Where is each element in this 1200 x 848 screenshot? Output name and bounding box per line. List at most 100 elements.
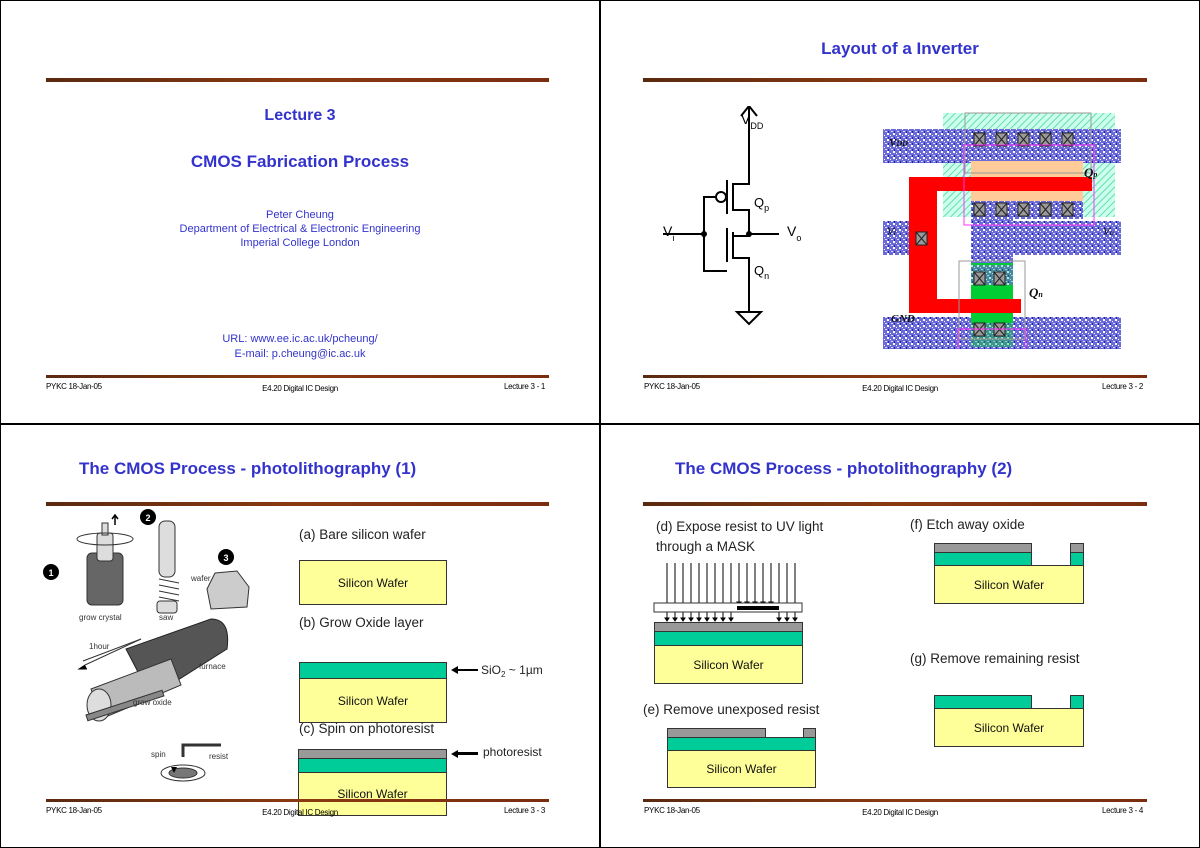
step-b-label: (b) Grow Oxide layer xyxy=(299,615,424,630)
uv-ray-arrowhead-icon xyxy=(792,617,798,622)
uv-ray-arrowhead-icon xyxy=(688,617,694,622)
layout-qp-label: Q xyxy=(1084,165,1094,180)
pmos-bubble-icon xyxy=(715,191,727,203)
slide-3: The CMOS Process - photolithography (1) … xyxy=(0,424,600,848)
footer-page: Lecture 3 - 3 xyxy=(503,806,545,815)
layout-vo-subscript: o xyxy=(1109,228,1114,237)
slide-title: Layout of a Inverter xyxy=(821,39,979,58)
qp-subscript: p xyxy=(764,203,770,213)
vo-label: V xyxy=(787,223,797,239)
svg-text:2: 2 xyxy=(145,513,150,523)
vi-label: V xyxy=(663,223,673,239)
inverter-schematic xyxy=(663,106,779,326)
url-link[interactable]: URL: www.ee.ic.ac.uk/pcheung/ xyxy=(1,332,599,347)
oxide-layer xyxy=(1070,552,1084,566)
silicon-wafer: Silicon Wafer xyxy=(667,750,816,788)
silicon-wafer: Silicon Wafer xyxy=(934,565,1084,604)
silicon-wafer: Silicon Wafer xyxy=(299,678,447,723)
fabrication-illustration: 1 2 3 grow crystal saw wafer 1hour furna… xyxy=(43,509,250,782)
uv-ray-arrowhead-icon xyxy=(664,617,670,622)
slide-title: The CMOS Process - photolithography (2) xyxy=(675,459,1013,478)
lecture-number: Lecture 3 xyxy=(264,107,336,124)
step-d-label-line1: (d) Expose resist to UV light xyxy=(656,519,824,534)
slide-1: Lecture 3 CMOS Fabrication Process Peter… xyxy=(0,0,600,424)
contact-icon xyxy=(915,231,928,246)
wafer-text: Silicon Wafer xyxy=(693,657,764,672)
wafer-label: wafer xyxy=(190,574,211,583)
oxide-layer xyxy=(934,552,1032,566)
vdd-subscript: DD xyxy=(750,121,764,131)
layout-qp-subscript: p xyxy=(1093,170,1098,179)
ground-icon xyxy=(734,311,764,326)
oxide-layer xyxy=(1070,695,1084,709)
layout-vi-subscript: i xyxy=(893,228,896,237)
step-g-label: (g) Remove remaining resist xyxy=(910,651,1080,666)
one-hour-label: 1hour xyxy=(89,642,110,651)
uv-ray-arrowhead-icon xyxy=(728,617,734,622)
footer-rule xyxy=(643,375,1147,378)
step-a-label: (a) Bare silicon wafer xyxy=(299,527,426,542)
spin-coater-icon xyxy=(160,743,221,782)
layout-qn-subscript: n xyxy=(1038,290,1043,299)
slide-2: Layout of a Inverter V DD Vi Vo Qp Qn VDD… xyxy=(600,0,1200,424)
author-name: Peter Cheung xyxy=(266,209,334,221)
step-d-label-line2: through a MASK xyxy=(656,539,756,554)
wafer-text: Silicon Wafer xyxy=(973,577,1045,592)
grow-oxide-label: grow oxide xyxy=(133,698,172,707)
wafer-text: Silicon Wafer xyxy=(337,693,409,708)
svg-text:1: 1 xyxy=(48,568,53,578)
uv-ray-arrowhead-icon xyxy=(704,617,710,622)
slide-title: The CMOS Process - photolithography (1) xyxy=(79,459,417,478)
inverter-layout xyxy=(883,112,1121,349)
email-link[interactable]: E-mail: p.cheung@ic.ac.uk xyxy=(1,347,599,362)
sio2-thickness: ~ 1µm xyxy=(505,663,543,677)
step-f-label: (f) Etch away oxide xyxy=(910,517,1025,532)
step-e-label: (e) Remove unexposed resist xyxy=(643,702,820,717)
mask-opaque-region xyxy=(737,606,779,610)
sio2-subscript: 2 xyxy=(501,670,506,679)
step-badge-icon: 1 2 3 xyxy=(43,509,234,580)
crystal-puller-icon xyxy=(76,513,134,606)
footer-page: Lecture 3 - 2 xyxy=(1101,382,1143,391)
mask-plate xyxy=(653,602,803,613)
silicon-wafer: Silicon Wafer xyxy=(654,645,803,684)
title-rule xyxy=(643,78,1147,82)
uv-ray-arrowhead-icon xyxy=(672,617,678,622)
uv-ray-arrowhead-icon xyxy=(784,617,790,622)
title-rule xyxy=(643,502,1147,506)
oxide-layer xyxy=(298,758,447,773)
grow-crystal-label: grow crystal xyxy=(79,613,122,622)
silicon-wafer: Silicon Wafer xyxy=(299,560,447,605)
layout-vi-label: V xyxy=(887,226,894,238)
uv-ray-arrowhead-icon xyxy=(712,617,718,622)
step-c-label: (c) Spin on photoresist xyxy=(299,721,435,736)
oxide-layer xyxy=(299,662,447,679)
arrow-line xyxy=(456,752,478,755)
slide-title: CMOS Fabrication Process xyxy=(190,152,410,171)
output-metal-rail xyxy=(971,221,1121,255)
saw-label: saw xyxy=(159,613,173,622)
sio2-label: SiO xyxy=(481,663,502,677)
wafer-text: Silicon Wafer xyxy=(973,720,1045,735)
uv-ray-arrowhead-icon xyxy=(776,617,782,622)
oxide-layer xyxy=(654,631,803,646)
furnace-label: furnace xyxy=(199,662,226,671)
layout-vdd-subscript: DD xyxy=(896,139,908,148)
department: Department of Electrical & Electronic En… xyxy=(179,223,421,235)
uv-exposure-diagram xyxy=(653,563,803,622)
silicon-wafer: Silicon Wafer xyxy=(934,708,1084,747)
oxide-layer xyxy=(667,737,816,751)
uv-ray-arrowhead-icon xyxy=(680,617,686,622)
oxide-layer xyxy=(934,695,1032,709)
layout-gnd-label: GND xyxy=(891,313,915,325)
vo-subscript: o xyxy=(796,233,802,243)
svg-text:3: 3 xyxy=(223,553,228,563)
saw-icon xyxy=(156,520,180,614)
uv-ray-arrowhead-icon xyxy=(720,617,726,622)
title-rule xyxy=(46,502,549,506)
title-rule xyxy=(46,78,549,82)
qp-label: Q xyxy=(754,195,765,210)
resist-label: resist xyxy=(209,752,229,761)
footer-rule xyxy=(46,799,549,802)
wafer-text: Silicon Wafer xyxy=(706,762,777,776)
